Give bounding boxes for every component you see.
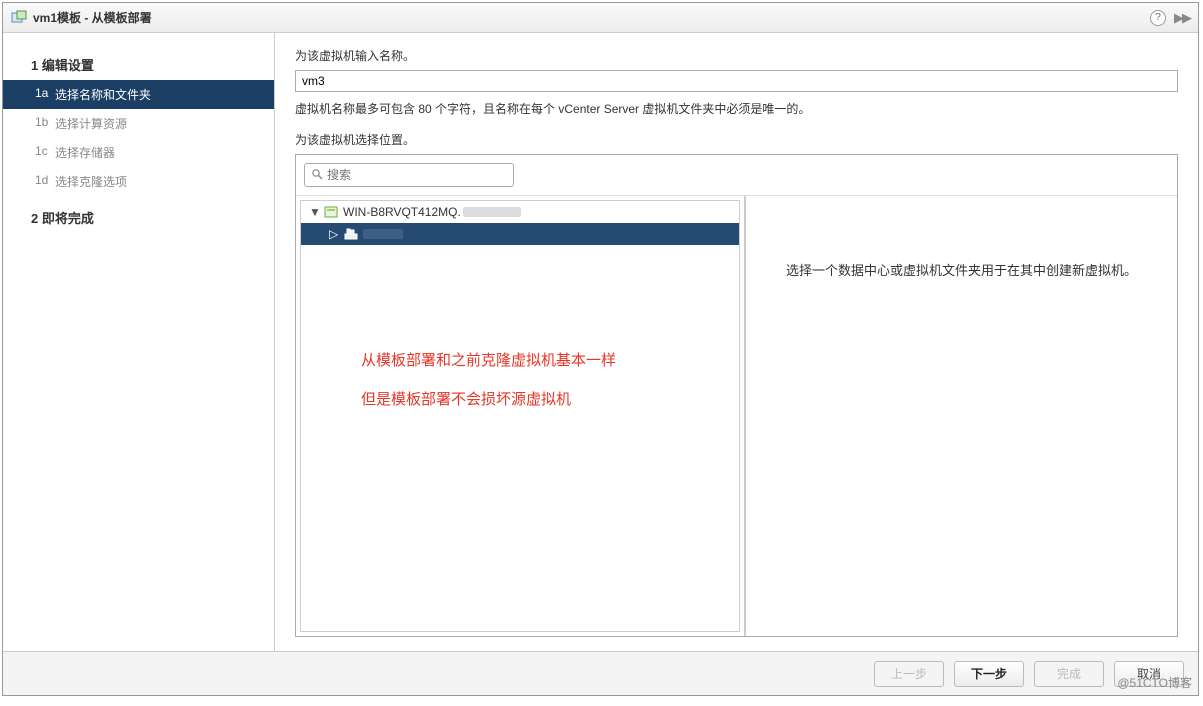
dialog-title: vm1模板 - 从模板部署 xyxy=(33,9,1150,26)
step-2-num: 2 xyxy=(31,211,38,226)
name-prompt: 为该虚拟机输入名称。 xyxy=(295,47,1178,64)
vm-name-input[interactable] xyxy=(295,70,1178,92)
step-2-label: 即将完成 xyxy=(42,211,94,226)
watermark: @51CTO博客 xyxy=(1117,674,1192,691)
name-hint: 虚拟机名称最多可包含 80 个字符，且名称在每个 vCenter Server … xyxy=(295,100,1178,117)
body-area: 1 编辑设置 1a 选择名称和文件夹 1b 选择计算资源 1c 选择存储器 1d… xyxy=(3,33,1198,651)
substep-1d[interactable]: 1d 选择克隆选项 xyxy=(3,167,274,196)
info-pane: 选择一个数据中心或虚拟机文件夹用于在其中创建新虚拟机。 xyxy=(744,196,1177,636)
tree-child-selected[interactable]: ▷ xyxy=(301,223,739,245)
wizard-dialog: vm1模板 - 从模板部署 ? ▶▶ 1 编辑设置 1a 选择名称和文件夹 1b… xyxy=(2,2,1199,696)
substep-1c-label: 选择存储器 xyxy=(55,146,115,160)
substep-1b-label: 选择计算资源 xyxy=(55,117,127,131)
location-split: ▼ WIN-B8RVQT412MQ. ▷ xyxy=(296,195,1177,636)
expand-icon[interactable]: ▶▶ xyxy=(1174,10,1190,26)
tree-root-label: WIN-B8RVQT412MQ. xyxy=(343,205,461,219)
tree-root[interactable]: ▼ WIN-B8RVQT412MQ. xyxy=(301,201,739,223)
substep-1a[interactable]: 1a 选择名称和文件夹 xyxy=(3,80,274,109)
step-2-header: 2 即将完成 xyxy=(3,200,274,233)
substep-1d-label: 选择克隆选项 xyxy=(55,175,127,189)
substep-1a-label: 选择名称和文件夹 xyxy=(55,88,151,102)
search-input[interactable] xyxy=(327,168,507,182)
redacted-text xyxy=(463,207,521,217)
location-box: ▼ WIN-B8RVQT412MQ. ▷ xyxy=(295,154,1178,637)
substep-1a-num: 1a xyxy=(35,86,48,100)
step-1-label: 编辑设置 xyxy=(42,58,94,73)
vm-template-icon xyxy=(11,10,27,26)
info-text: 选择一个数据中心或虚拟机文件夹用于在其中创建新虚拟机。 xyxy=(786,260,1137,279)
annotation-line-1: 从模板部署和之前克隆虚拟机基本一样 xyxy=(361,341,616,380)
footer: 上一步 下一步 完成 取消 xyxy=(3,651,1198,695)
finish-button: 完成 xyxy=(1034,661,1104,687)
tree-child-label xyxy=(363,229,403,239)
main-panel: 为该虚拟机输入名称。 虚拟机名称最多可包含 80 个字符，且名称在每个 vCen… xyxy=(275,33,1198,651)
wizard-sidebar: 1 编辑设置 1a 选择名称和文件夹 1b 选择计算资源 1c 选择存储器 1d… xyxy=(3,33,275,651)
step-1-header: 1 编辑设置 xyxy=(3,47,274,80)
substep-1b-num: 1b xyxy=(35,115,48,129)
collapse-icon[interactable]: ▼ xyxy=(309,205,321,219)
annotation-overlay: 从模板部署和之前克隆虚拟机基本一样 但是模板部署不会损坏源虚拟机 xyxy=(361,341,616,419)
help-icon[interactable]: ? xyxy=(1150,10,1166,26)
back-button: 上一步 xyxy=(874,661,944,687)
location-prompt: 为该虚拟机选择位置。 xyxy=(295,131,1178,148)
search-row xyxy=(296,155,1177,195)
titlebar: vm1模板 - 从模板部署 ? ▶▶ xyxy=(3,3,1198,33)
annotation-line-2: 但是模板部署不会损坏源虚拟机 xyxy=(361,380,616,419)
substep-1b[interactable]: 1b 选择计算资源 xyxy=(3,109,274,138)
search-icon xyxy=(311,168,323,183)
vcenter-icon xyxy=(323,204,339,220)
next-button[interactable]: 下一步 xyxy=(954,661,1024,687)
substep-1d-num: 1d xyxy=(35,173,48,187)
inventory-tree[interactable]: ▼ WIN-B8RVQT412MQ. ▷ xyxy=(300,200,740,632)
step-1-num: 1 xyxy=(31,58,38,73)
expand-icon[interactable]: ▷ xyxy=(329,227,341,241)
datacenter-icon xyxy=(343,226,359,242)
substep-1c-num: 1c xyxy=(35,144,48,158)
search-field[interactable] xyxy=(304,163,514,187)
substep-1c[interactable]: 1c 选择存储器 xyxy=(3,138,274,167)
